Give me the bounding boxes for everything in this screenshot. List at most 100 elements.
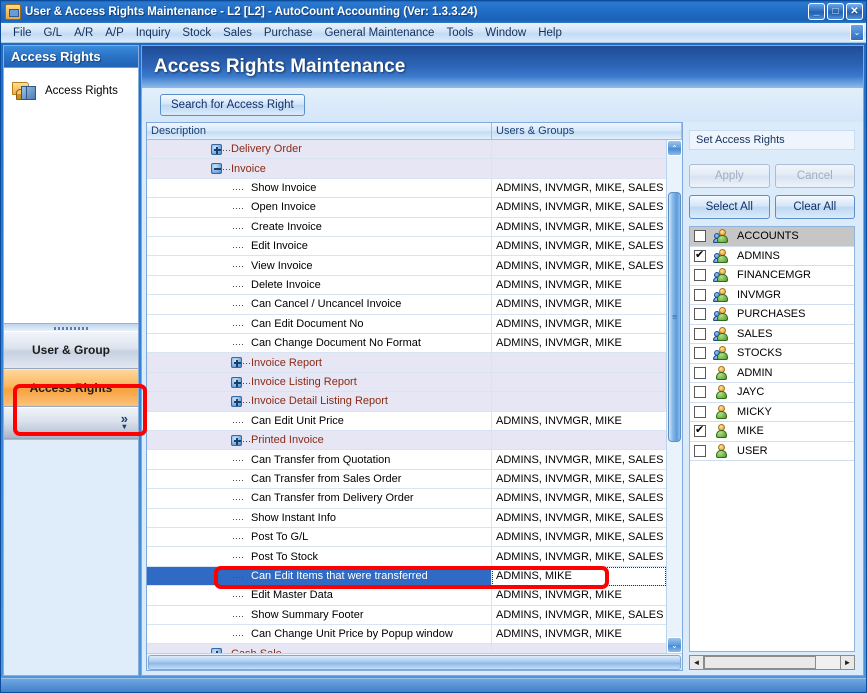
- table-row[interactable]: Can Transfer from Sales Order ADMINS, INV…: [147, 469, 666, 490]
- cell-description[interactable]: Can Transfer from Delivery Order: [147, 489, 492, 509]
- cell-description[interactable]: Can Cancel / Uncancel Invoice: [147, 295, 492, 315]
- cell-users-groups[interactable]: ADMINS, INVMGR, MIKE, SALES: [492, 178, 666, 199]
- cell-users-groups[interactable]: ADMINS, INVMGR, MIKE: [492, 275, 666, 296]
- grid-vertical-scrollbar[interactable]: ⌃ ⌄: [666, 140, 682, 653]
- cell-users-groups[interactable]: ADMINS, INVMGR, MIKE, SALES: [492, 508, 666, 528]
- table-row[interactable]: Create Invoice ADMINS, INVMGR, MIKE, SALE…: [147, 217, 666, 237]
- table-row[interactable]: Open Invoice ADMINS, INVMGR, MIKE, SALES: [147, 198, 666, 218]
- list-item[interactable]: PURCHASES: [690, 305, 854, 325]
- cell-description[interactable]: Cash Sale: [147, 644, 492, 653]
- close-button[interactable]: ✕: [846, 3, 863, 20]
- expand-node-icon[interactable]: [211, 648, 222, 653]
- cell-description[interactable]: Invoice Report: [147, 353, 492, 373]
- cell-description[interactable]: Can Edit Items that were transferred: [147, 566, 492, 587]
- table-row[interactable]: Invoice Listing Report: [147, 372, 666, 393]
- table-row[interactable]: Printed Invoice: [147, 431, 666, 451]
- table-row[interactable]: Can Transfer from Quotation ADMINS, INVMG…: [147, 450, 666, 470]
- cell-description[interactable]: Printed Invoice: [147, 431, 492, 451]
- cell-users-groups[interactable]: ADMINS, INVMGR, MIKE, SALES: [492, 469, 666, 490]
- user-checkbox[interactable]: [694, 405, 706, 418]
- list-item[interactable]: USER: [690, 442, 854, 461]
- cell-description[interactable]: Edit Invoice: [147, 237, 492, 257]
- cell-users-groups[interactable]: [492, 372, 666, 393]
- cell-users-groups[interactable]: ADMINS, INVMGR, MIKE, SALES: [492, 198, 666, 218]
- user-checkbox[interactable]: [694, 327, 706, 340]
- menu-item-sales[interactable]: Sales: [217, 25, 258, 41]
- grid-horizontal-scrollbar[interactable]: [147, 653, 682, 670]
- cancel-button[interactable]: Cancel: [774, 164, 855, 188]
- table-row[interactable]: Can Edit Items that were transferred ADMI…: [147, 566, 666, 587]
- cell-description[interactable]: Show Invoice: [147, 178, 492, 199]
- table-row[interactable]: Can Transfer from Delivery Order ADMINS, …: [147, 489, 666, 509]
- menu-item-ar[interactable]: A/R: [68, 25, 99, 41]
- menu-item-general-maintenance[interactable]: General Maintenance: [318, 25, 440, 41]
- cell-description[interactable]: Create Invoice: [147, 217, 492, 237]
- list-item[interactable]: STOCKS: [690, 344, 854, 364]
- cell-description[interactable]: Edit Master Data: [147, 586, 492, 606]
- grid-hscroll-thumb[interactable]: [148, 654, 681, 670]
- table-row[interactable]: Can Cancel / Uncancel Invoice ADMINS, INV…: [147, 295, 666, 315]
- menu-item-purchase[interactable]: Purchase: [258, 25, 319, 41]
- cell-users-groups[interactable]: ADMINS, INVMGR, MIKE, SALES: [492, 528, 666, 548]
- table-row[interactable]: Show Instant Info ADMINS, INVMGR, MIKE, S…: [147, 508, 666, 528]
- scroll-up-arrow-icon[interactable]: ⌃: [667, 140, 682, 156]
- menu-item-stock[interactable]: Stock: [176, 25, 217, 41]
- cell-description[interactable]: Post To G/L: [147, 528, 492, 548]
- cell-description[interactable]: Invoice Listing Report: [147, 372, 492, 393]
- expand-node-icon[interactable]: [211, 144, 222, 155]
- menu-overflow-chevron-down-icon[interactable]: ⌄: [850, 24, 864, 41]
- cell-description[interactable]: Can Edit Unit Price: [147, 411, 492, 431]
- cell-description[interactable]: Can Change Document No Format: [147, 334, 492, 354]
- expand-node-icon[interactable]: [231, 396, 242, 408]
- search-for-access-right-button[interactable]: Search for Access Right: [160, 94, 305, 116]
- sidebar-expand-button[interactable]: » ▾: [4, 407, 138, 439]
- list-item[interactable]: INVMGR: [690, 286, 854, 305]
- expand-node-icon[interactable]: [231, 357, 242, 369]
- table-row[interactable]: Delete Invoice ADMINS, INVMGR, MIKE: [147, 275, 666, 296]
- cell-users-groups[interactable]: ADMINS, INVMGR, MIKE, SALES: [492, 256, 666, 276]
- table-row[interactable]: Cash Sale: [147, 644, 666, 653]
- cell-users-groups[interactable]: ADMINS, INVMGR, MIKE: [492, 295, 666, 315]
- cell-description[interactable]: Can Edit Document No: [147, 314, 492, 334]
- cell-description[interactable]: Delete Invoice: [147, 275, 492, 296]
- list-item[interactable]: ADMINS: [690, 247, 854, 266]
- menu-item-gl[interactable]: G/L: [38, 25, 69, 41]
- user-checkbox[interactable]: [694, 248, 706, 262]
- cell-users-groups[interactable]: ADMINS, INVMGR, MIKE: [492, 625, 666, 645]
- list-item[interactable]: MICKY: [690, 403, 854, 422]
- cell-users-groups[interactable]: [492, 431, 666, 451]
- table-row[interactable]: View Invoice ADMINS, INVMGR, MIKE, SALES: [147, 256, 666, 276]
- cell-users-groups[interactable]: [492, 140, 666, 160]
- cell-description[interactable]: Can Change Unit Price by Popup window: [147, 625, 492, 645]
- list-item[interactable]: FINANCEMGR: [690, 266, 854, 286]
- list-item[interactable]: ADMIN: [690, 364, 854, 383]
- table-row[interactable]: Post To G/L ADMINS, INVMGR, MIKE, SALES: [147, 528, 666, 548]
- cell-users-groups[interactable]: [492, 392, 666, 412]
- cell-users-groups[interactable]: ADMINS, INVMGR, MIKE: [492, 586, 666, 606]
- cell-users-groups[interactable]: ADMINS, INVMGR, MIKE, SALES: [492, 237, 666, 257]
- cell-description[interactable]: Can Transfer from Sales Order: [147, 469, 492, 490]
- list-item[interactable]: JAYC: [690, 383, 854, 403]
- right-hscroll-thumb[interactable]: [704, 656, 816, 669]
- list-item[interactable]: ACCOUNTS: [690, 227, 854, 247]
- user-checkbox[interactable]: [694, 308, 706, 321]
- cell-description[interactable]: Invoice: [147, 159, 492, 179]
- cell-users-groups[interactable]: ADMINS, INVMGR, MIKE, SALES: [492, 450, 666, 470]
- clear-all-button[interactable]: Clear All: [774, 195, 855, 219]
- cell-description[interactable]: Show Instant Info: [147, 508, 492, 528]
- right-hscroll-track[interactable]: [704, 655, 840, 670]
- right-panel-horizontal-scrollbar[interactable]: ◄ ►: [689, 654, 855, 671]
- minimize-button[interactable]: _: [808, 3, 825, 20]
- menu-item-help[interactable]: Help: [532, 25, 568, 41]
- table-row[interactable]: Edit Invoice ADMINS, INVMGR, MIKE, SALES: [147, 237, 666, 257]
- scroll-right-arrow-icon[interactable]: ►: [840, 655, 855, 670]
- user-checkbox[interactable]: [694, 230, 706, 243]
- table-row[interactable]: Show Summary Footer ADMINS, INVMGR, MIKE,…: [147, 605, 666, 625]
- cell-description[interactable]: Can Transfer from Quotation: [147, 450, 492, 470]
- apply-button[interactable]: Apply: [689, 164, 770, 188]
- table-row[interactable]: Invoice: [147, 159, 666, 179]
- user-checkbox[interactable]: [694, 269, 706, 282]
- cell-users-groups[interactable]: ADMINS, INVMGR, MIKE, SALES: [492, 605, 666, 625]
- menu-item-file[interactable]: File: [7, 25, 38, 41]
- cell-description[interactable]: Open Invoice: [147, 198, 492, 218]
